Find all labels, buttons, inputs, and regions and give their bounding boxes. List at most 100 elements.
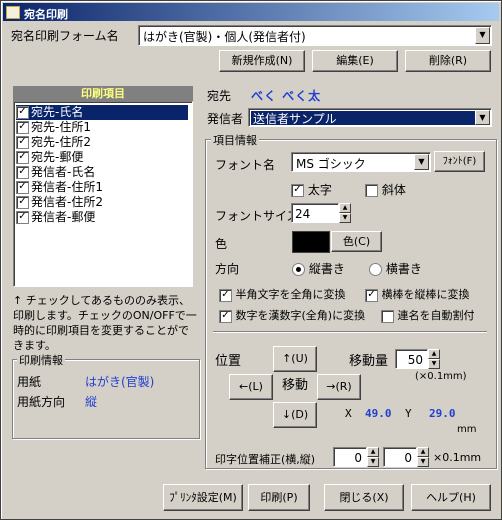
font-select[interactable]: MS ゴシック ▼ — [291, 152, 431, 172]
italic-label: 斜体 — [381, 183, 406, 197]
vertical-radio-dot[interactable] — [292, 263, 305, 276]
close-button[interactable]: 閉じる(X) — [324, 484, 404, 511]
list-item-checkbox[interactable]: ✓ — [16, 181, 29, 194]
move-up-button[interactable]: ↑(U) — [273, 346, 317, 372]
opt-kanji-label: 数字を漢数字(全角)に変換 — [235, 309, 366, 322]
list-item-label: 宛先-住所2 — [31, 135, 91, 149]
list-item-checkbox[interactable]: ✓ — [16, 121, 29, 134]
font-value: MS ゴシック — [296, 157, 366, 171]
opt-kanji-checkbox[interactable]: ✓ 数字を漢数字(全角)に変換 — [219, 307, 365, 323]
opt-zenkaku-check-box[interactable]: ✓ — [219, 288, 232, 302]
correction-v-input[interactable]: 0 — [383, 447, 417, 467]
list-item[interactable]: ✓ 宛先-郵便 — [16, 150, 188, 165]
italic-check-box[interactable] — [365, 184, 378, 197]
opt-kanji-check-box[interactable]: ✓ — [219, 309, 232, 323]
new-button[interactable]: 新規作成(N) — [219, 50, 305, 72]
spin-down-icon[interactable]: ▼ — [367, 457, 379, 467]
chevron-down-icon[interactable]: ▼ — [475, 110, 490, 125]
sender-value: 送信者サンプル — [253, 112, 337, 126]
list-item-label: 発信者-住所2 — [31, 195, 103, 209]
divider — [213, 331, 487, 333]
list-item[interactable]: ✓ 発信者-住所2 — [16, 195, 188, 210]
list-item-checkbox[interactable]: ✓ — [16, 151, 29, 164]
list-item[interactable]: ✓ 発信者-郵便 — [16, 210, 188, 225]
position-unit: mm — [457, 424, 477, 435]
move-left-button[interactable]: ←(L) — [229, 374, 273, 400]
move-down-button[interactable]: ↓(D) — [273, 402, 317, 428]
move-amount-input[interactable]: 50 — [395, 349, 428, 369]
opt-zenkaku-checkbox[interactable]: ✓ 半角文字を全角に変換 — [219, 286, 346, 302]
bold-checkbox[interactable]: ✓ 太字 — [291, 181, 332, 198]
orientation-label: 用紙方向 — [17, 395, 66, 409]
destination-label: 宛先 — [207, 89, 232, 103]
list-item-checkbox[interactable]: ✓ — [16, 106, 29, 119]
list-item[interactable]: ✓ 宛先-住所1 — [16, 120, 188, 135]
move-amount-value: 50 — [407, 353, 423, 367]
sender-select[interactable]: 送信者サンプル ▼ — [248, 108, 492, 127]
spin-up-icon[interactable]: ▲ — [367, 447, 379, 457]
title-bar[interactable]: 宛名印刷 — [3, 3, 499, 21]
move-right-button[interactable]: →(R) — [317, 374, 361, 400]
list-item-checkbox[interactable]: ✓ — [16, 136, 29, 149]
list-item-checkbox[interactable]: ✓ — [16, 211, 29, 224]
list-item[interactable]: ✓ 宛先-住所2 — [16, 135, 188, 150]
list-item[interactable]: ✓ 発信者-住所1 — [16, 180, 188, 195]
opt-joint-checkbox[interactable]: 連名を自動割付 — [381, 307, 475, 323]
help-button[interactable]: ヘルプ(H) — [411, 484, 491, 511]
color-label: 色 — [215, 237, 228, 251]
print-items-header: 印刷項目 — [13, 86, 193, 101]
form-name-value: はがき(官製)・個人(発信者付) — [143, 30, 306, 44]
spin-up-icon[interactable]: ▲ — [339, 203, 351, 213]
list-item-label: 発信者-住所1 — [31, 180, 103, 194]
print-button[interactable]: 印刷(P) — [248, 484, 310, 511]
spin-up-icon[interactable]: ▲ — [417, 447, 429, 457]
font-size-input[interactable]: 24 — [291, 203, 339, 223]
chevron-down-icon[interactable]: ▼ — [475, 27, 490, 44]
app-icon — [6, 6, 20, 19]
delete-button[interactable]: 削除(R) — [405, 50, 491, 72]
sender-label: 発信者 — [207, 112, 244, 126]
correction-unit: ×0.1mm — [433, 451, 482, 464]
list-item[interactable]: ✓ 発信者-氏名 — [16, 165, 188, 180]
printer-settings-button[interactable]: ﾌﾟﾘﾝﾀ設定(M) — [163, 484, 243, 511]
horizontal-radio-dot[interactable] — [369, 263, 382, 276]
correction-h-value: 0 — [354, 451, 362, 465]
paper-label: 用紙 — [17, 375, 42, 389]
orientation-value: 縦 — [85, 395, 98, 409]
edit-button[interactable]: 編集(E) — [312, 50, 398, 72]
opt-bar-checkbox[interactable]: ✓ 横棒を縦棒に変換 — [365, 286, 470, 302]
correction-h-input[interactable]: 0 — [333, 447, 367, 467]
color-button[interactable]: 色(C) — [331, 231, 382, 252]
color-swatch — [292, 231, 330, 253]
main-window: 宛名印刷 宛名印刷フォーム名 はがき(官製)・個人(発信者付) ▼ 新規作成(N… — [0, 0, 502, 520]
list-item-checkbox[interactable]: ✓ — [16, 196, 29, 209]
list-item[interactable]: ✓ 宛先-氏名 — [16, 105, 188, 120]
y-value: 29.0 — [429, 407, 456, 420]
spin-down-icon[interactable]: ▼ — [417, 457, 429, 467]
horizontal-radio[interactable]: 横書き — [369, 260, 422, 277]
window-title: 宛名印刷 — [24, 8, 68, 21]
list-item-label: 発信者-氏名 — [31, 165, 96, 179]
move-amount-label: 移動量 — [349, 354, 389, 369]
print-items-list[interactable]: ✓ 宛先-氏名 ✓ 宛先-住所1 ✓ 宛先-住所2 ✓ 宛先-郵便 ✓ 発信者-氏名 ✓ 発信者-住所… — [13, 101, 193, 287]
spin-up-icon[interactable]: ▲ — [428, 349, 440, 359]
list-item-label: 宛先-氏名 — [31, 105, 84, 119]
chevron-down-icon[interactable]: ▼ — [414, 154, 429, 170]
bold-check-box[interactable]: ✓ — [291, 184, 304, 197]
x-label: X — [345, 407, 352, 420]
print-info-title: 印刷情報 — [17, 352, 65, 368]
opt-bar-check-box[interactable]: ✓ — [365, 288, 378, 302]
form-name-select[interactable]: はがき(官製)・個人(発信者付) ▼ — [138, 25, 492, 46]
italic-checkbox[interactable]: 斜体 — [365, 181, 406, 198]
opt-joint-label: 連名を自動割付 — [397, 309, 475, 322]
font-button[interactable]: ﾌｫﾝﾄ(F) — [434, 151, 485, 172]
font-size-label: フォントサイズ — [215, 209, 299, 223]
spin-down-icon[interactable]: ▼ — [339, 213, 351, 223]
bold-label: 太字 — [307, 183, 332, 197]
opt-bar-label: 横棒を縦棒に変換 — [381, 288, 470, 301]
opt-joint-check-box[interactable] — [381, 309, 394, 323]
vertical-radio[interactable]: 縦書き — [292, 260, 345, 277]
spin-down-icon[interactable]: ▼ — [428, 359, 440, 369]
list-item-checkbox[interactable]: ✓ — [16, 166, 29, 179]
direction-label: 方向 — [215, 262, 240, 276]
